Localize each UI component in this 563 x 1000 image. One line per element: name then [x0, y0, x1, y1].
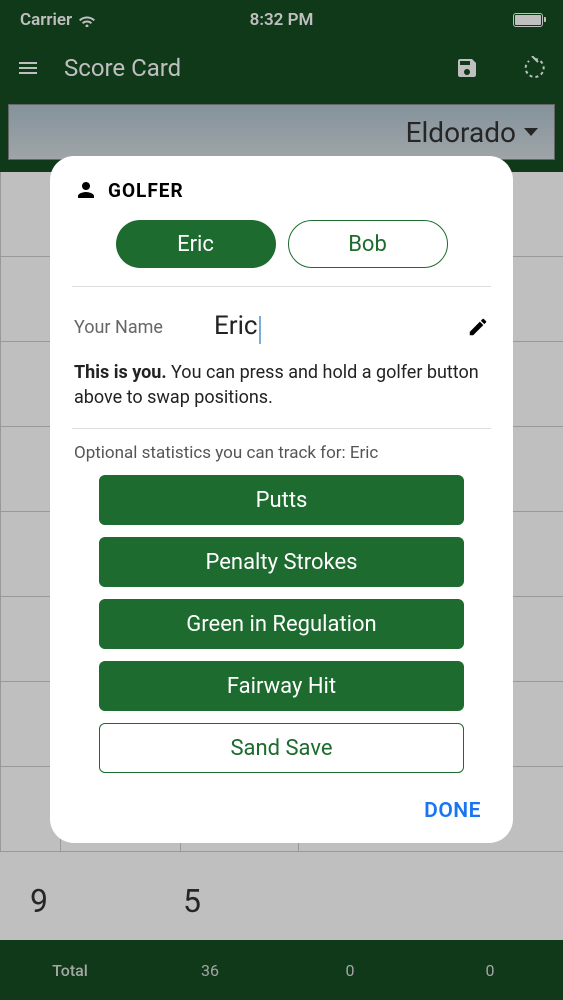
stat-putts-button[interactable]: Putts: [99, 475, 464, 525]
edit-icon[interactable]: [467, 316, 489, 338]
stat-gir-button[interactable]: Green in Regulation: [99, 599, 464, 649]
instruction-text: This is you. You can press and hold a go…: [74, 358, 489, 424]
golfer-dialog: GOLFER Eric Bob Your Name Eric This is y…: [50, 156, 513, 843]
stat-sandsave-button[interactable]: Sand Save: [99, 723, 464, 773]
golfer-button-bob[interactable]: Bob: [288, 220, 448, 268]
name-label: Your Name: [74, 317, 214, 338]
person-icon: [74, 178, 98, 202]
stats-label: Optional statistics you can track for: E…: [74, 433, 489, 475]
dialog-title: GOLFER: [108, 179, 184, 202]
text-cursor: [259, 316, 261, 344]
divider: [72, 286, 491, 287]
stat-fairway-button[interactable]: Fairway Hit: [99, 661, 464, 711]
golfer-button-eric[interactable]: Eric: [116, 220, 276, 268]
divider: [72, 428, 491, 429]
name-input[interactable]: Eric: [214, 311, 258, 341]
done-button[interactable]: DONE: [424, 799, 481, 823]
stat-penalty-button[interactable]: Penalty Strokes: [99, 537, 464, 587]
